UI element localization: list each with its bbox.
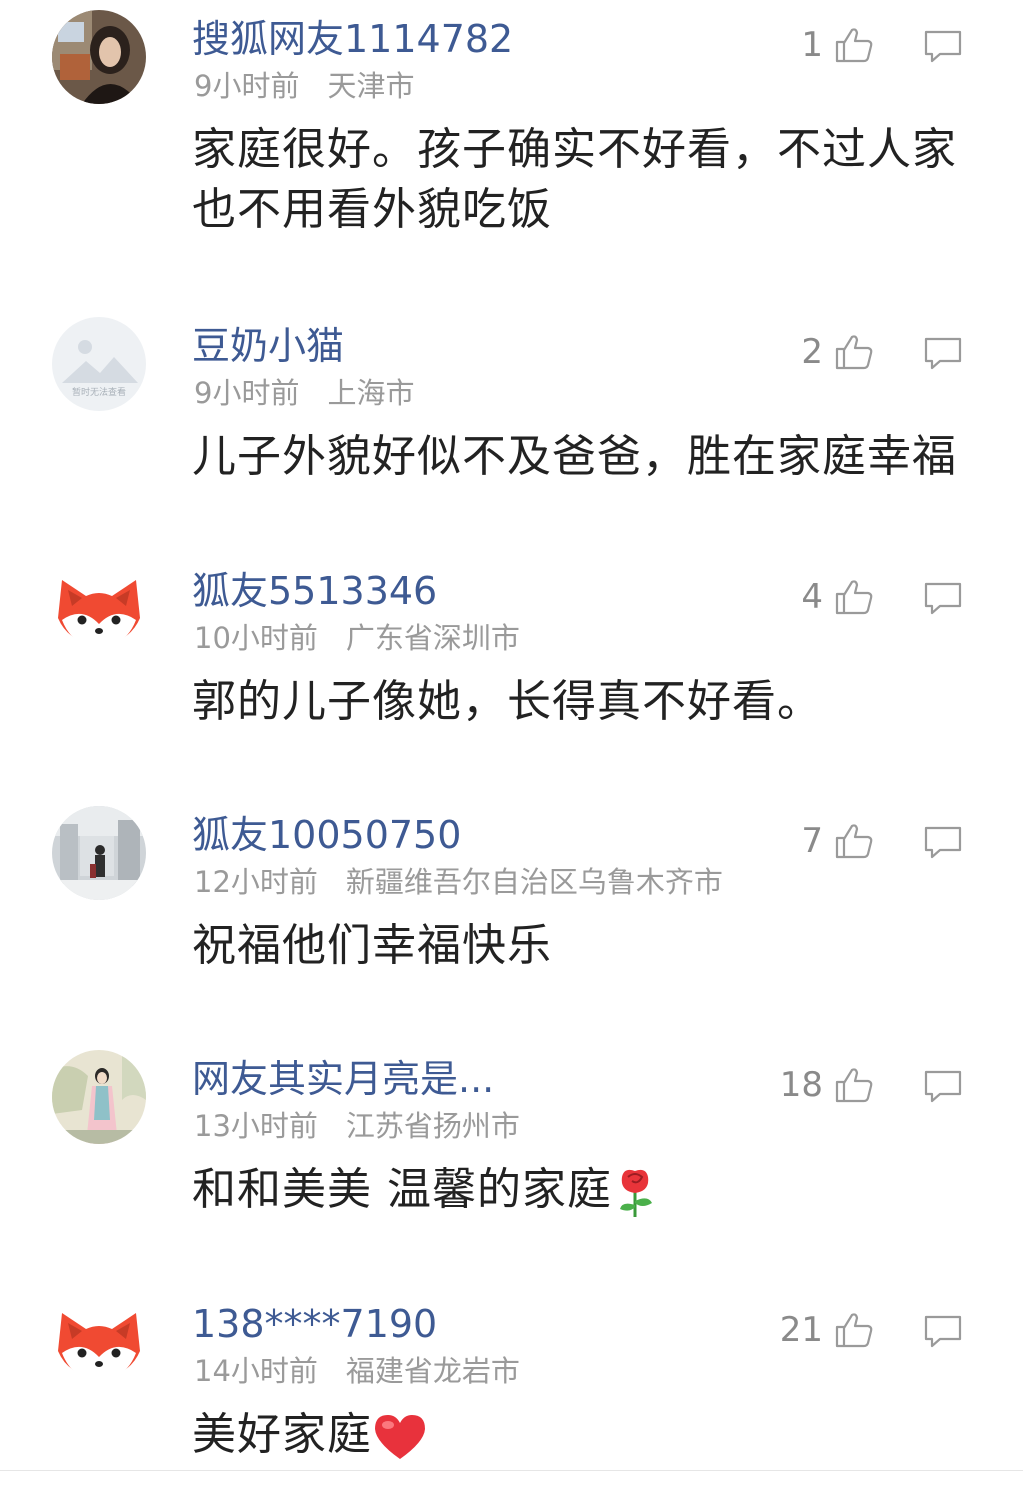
- timestamp: 10小时前: [194, 621, 318, 655]
- location: 江苏省扬州市: [345, 1109, 520, 1143]
- like-count: 2: [801, 332, 823, 372]
- location: 福建省龙岩市: [345, 1354, 520, 1388]
- timestamp: 9小时前: [194, 376, 300, 410]
- avatar[interactable]: [52, 10, 146, 104]
- username[interactable]: 搜狐网友1114782: [192, 16, 513, 62]
- like-button[interactable]: 18: [780, 1060, 873, 1110]
- username[interactable]: 豆奶小猫: [192, 323, 344, 369]
- comment-text-content: 美好家庭: [192, 1409, 372, 1460]
- painting-avatar-icon: [52, 1050, 146, 1144]
- comment-text-content: 祝福他们幸福快乐: [192, 920, 552, 971]
- avatar[interactable]: [52, 1050, 146, 1144]
- fox-avatar-icon: [52, 562, 146, 656]
- like-count: 21: [779, 1310, 823, 1350]
- avatar[interactable]: [52, 806, 146, 900]
- like-button[interactable]: 2: [801, 327, 873, 377]
- comment-text-content: 和和美美 温馨的家庭: [192, 1164, 612, 1215]
- reply-comment-icon[interactable]: [924, 1070, 962, 1106]
- comment-meta: 14小时前 福建省龙岩市: [194, 1353, 520, 1389]
- comment-meta: 10小时前 广东省深圳市: [194, 620, 520, 656]
- username[interactable]: 狐友10050750: [192, 812, 461, 858]
- like-button[interactable]: 4: [801, 572, 873, 622]
- username[interactable]: 狐友5513346: [192, 568, 437, 614]
- timestamp: 12小时前: [194, 865, 318, 899]
- comment-meta: 9小时前 上海市: [194, 375, 414, 411]
- like-count: 18: [779, 1065, 823, 1105]
- reply-comment-icon[interactable]: [924, 826, 962, 862]
- comment-text: 美好家庭: [192, 1405, 972, 1465]
- thumbs-up-icon: [835, 1068, 873, 1103]
- snow-scene-avatar-icon: [52, 806, 146, 900]
- location: 上海市: [327, 376, 415, 410]
- comment-text-content: 郭的儿子像她，长得真不好看。: [192, 676, 822, 727]
- reply-comment-icon[interactable]: [924, 582, 962, 618]
- comment-text: 家庭很好。孩子确实不好看，不过人家也不用看外貌吃饭: [192, 120, 972, 240]
- reply-comment-icon[interactable]: [924, 1315, 962, 1351]
- like-button[interactable]: 21: [780, 1305, 873, 1355]
- thumbs-up-icon: [835, 580, 873, 615]
- rose-icon: [620, 1169, 652, 1217]
- like-count: 4: [801, 577, 823, 617]
- thumbs-up-icon: [835, 824, 873, 859]
- timestamp: 13小时前: [194, 1109, 318, 1143]
- comment-text-content: 家庭很好。孩子确实不好看，不过人家也不用看外貌吃饭: [192, 124, 957, 235]
- timestamp: 9小时前: [194, 69, 300, 103]
- comment-meta: 12小时前 新疆维吾尔自治区乌鲁木齐市: [194, 864, 723, 900]
- like-count: 7: [801, 821, 823, 861]
- reply-comment-icon[interactable]: [924, 30, 962, 66]
- username[interactable]: 网友其实月亮是...: [192, 1056, 494, 1102]
- placeholder-avatar-icon: 暂时无法查看: [52, 317, 146, 411]
- comment-text: 郭的儿子像她，长得真不好看。: [192, 672, 972, 732]
- location: 新疆维吾尔自治区乌鲁木齐市: [345, 865, 723, 899]
- comment-text: 儿子外貌好似不及爸爸，胜在家庭幸福: [192, 427, 972, 487]
- comment-text: 和和美美 温馨的家庭: [192, 1160, 972, 1220]
- heart-icon: [375, 1415, 425, 1459]
- like-count: 1: [801, 25, 823, 65]
- like-button[interactable]: 1: [801, 20, 873, 70]
- timestamp: 14小时前: [194, 1354, 318, 1388]
- like-button[interactable]: 7: [801, 816, 873, 866]
- thumbs-up-icon: [835, 335, 873, 370]
- username[interactable]: 138****7190: [192, 1301, 437, 1347]
- fox-avatar-icon: [52, 1295, 146, 1389]
- avatar[interactable]: [52, 562, 146, 656]
- comment-text-content: 儿子外貌好似不及爸爸，胜在家庭幸福: [192, 431, 957, 482]
- thumbs-up-icon: [835, 28, 873, 63]
- avatar-caption: 暂时无法查看: [72, 386, 126, 398]
- comment-text: 祝福他们幸福快乐: [192, 916, 972, 976]
- comment-meta: 13小时前 江苏省扬州市: [194, 1108, 520, 1144]
- location: 广东省深圳市: [345, 621, 520, 655]
- avatar[interactable]: [52, 1295, 146, 1389]
- divider: [0, 1470, 1023, 1471]
- thumbs-up-icon: [835, 1313, 873, 1348]
- reply-comment-icon[interactable]: [924, 337, 962, 373]
- user-photo-avatar-icon: [52, 10, 146, 104]
- comment-meta: 9小时前 天津市: [194, 68, 414, 104]
- avatar[interactable]: 暂时无法查看: [52, 317, 146, 411]
- location: 天津市: [327, 69, 415, 103]
